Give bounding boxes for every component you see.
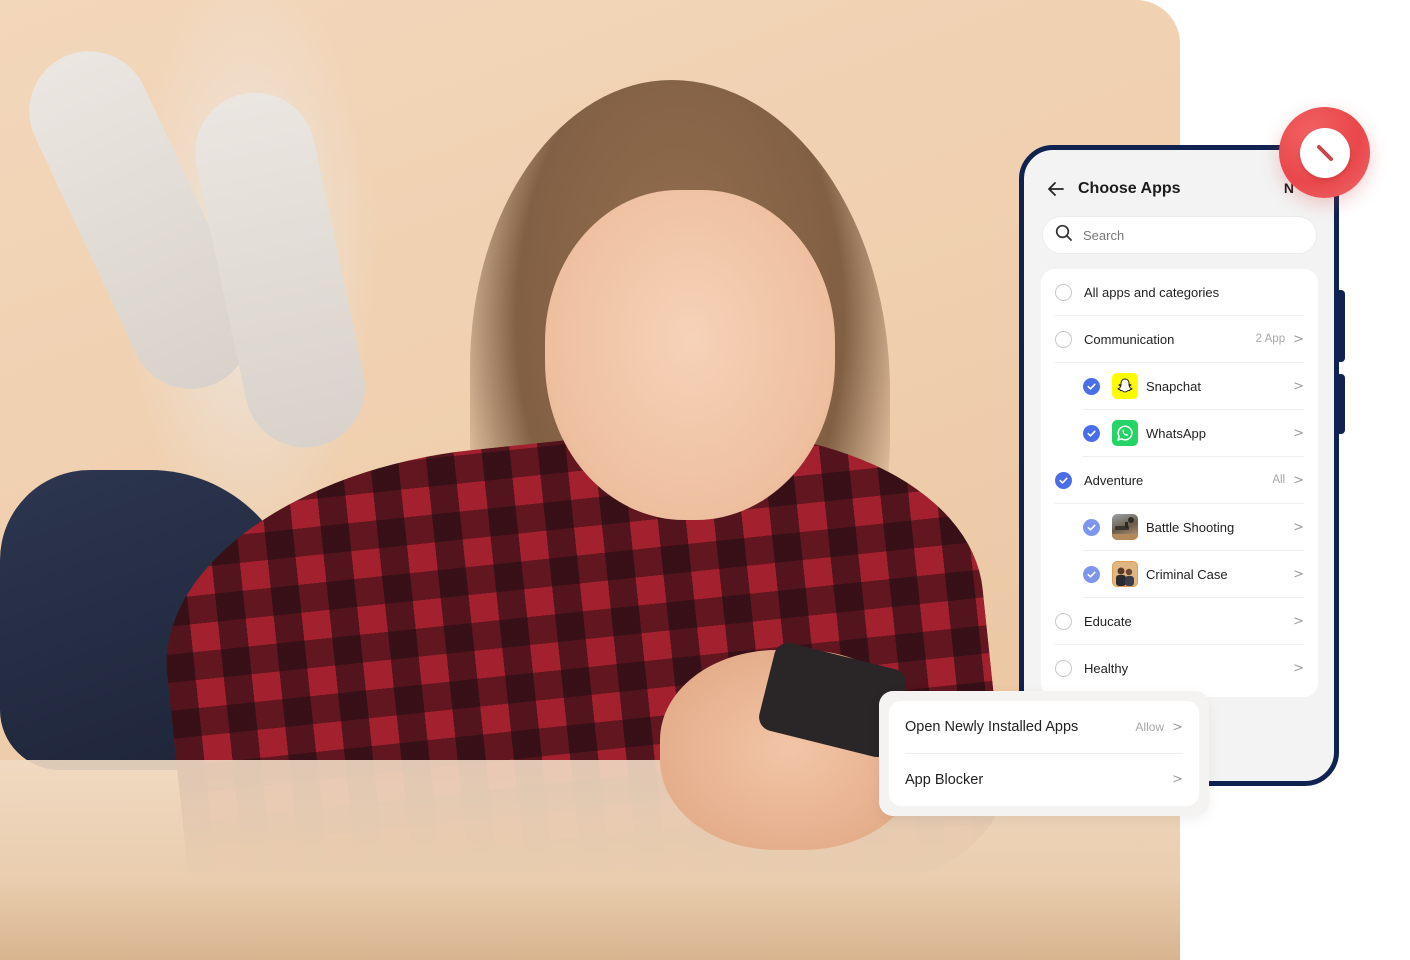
row-right: > [1293, 598, 1304, 644]
list-item-label: Adventure [1084, 472, 1144, 488]
radio-unchecked[interactable] [1055, 283, 1072, 301]
chevron-right-icon: > [1293, 331, 1304, 347]
whatsapp-icon [1112, 420, 1138, 446]
app-count: 2 App [1255, 333, 1286, 345]
row-right: Allow > [1135, 701, 1183, 753]
app-blocker-row[interactable]: App Blocker > [905, 753, 1183, 805]
check-circle-icon[interactable] [1055, 471, 1072, 489]
list-item-label: Healthy [1084, 661, 1129, 676]
chevron-right-icon: > [1293, 472, 1304, 488]
block-badge [1279, 107, 1370, 198]
chevron-right-icon: > [1293, 378, 1304, 394]
phone-header: Choose Apps N [1044, 174, 1322, 204]
list-item-educate[interactable]: Educate > [1055, 598, 1304, 645]
list-item-label: All apps and categories [1084, 284, 1220, 300]
phone-mockup: Choose Apps N All apps and categories Co… [1019, 145, 1339, 786]
search-bar [1042, 216, 1317, 254]
chevron-right-icon: > [1172, 719, 1183, 735]
list-item-healthy[interactable]: Healthy > [1055, 645, 1304, 692]
open-newly-installed-apps-row[interactable]: Open Newly Installed Apps Allow > [905, 701, 1183, 753]
list-item-snapchat[interactable]: Snapchat > [1083, 363, 1304, 410]
list-item-criminal-case[interactable]: Criminal Case > [1083, 551, 1304, 598]
selection-meta: All [1272, 474, 1286, 486]
check-circle-icon[interactable] [1083, 565, 1100, 583]
check-circle-icon[interactable] [1083, 518, 1100, 536]
setting-label: Open Newly Installed Apps [905, 719, 1079, 735]
block-icon [1299, 127, 1350, 178]
list-item-whatsapp[interactable]: WhatsApp > [1083, 410, 1304, 457]
list-item-battle-shooting[interactable]: Battle Shooting > [1083, 504, 1304, 551]
search-input[interactable] [1083, 227, 1283, 243]
row-right: > [1293, 504, 1304, 550]
chevron-right-icon: > [1293, 519, 1304, 535]
row-right: > [1293, 645, 1304, 692]
check-circle-icon[interactable] [1083, 377, 1100, 395]
arrow-left-icon[interactable] [1044, 177, 1068, 201]
list-item-label: Communication [1084, 331, 1175, 347]
chevron-right-icon: > [1293, 661, 1304, 676]
radio-unchecked[interactable] [1055, 660, 1072, 677]
radio-unchecked[interactable] [1055, 330, 1072, 348]
list-item-label: WhatsApp [1146, 425, 1206, 441]
criminal-case-icon [1112, 561, 1138, 587]
list-item-label: Battle Shooting [1146, 519, 1235, 535]
row-right: > [1293, 410, 1304, 456]
list-item-adventure[interactable]: Adventure All > [1055, 457, 1304, 504]
chevron-right-icon: > [1293, 425, 1304, 441]
chevron-right-icon: > [1172, 772, 1183, 787]
setting-label: App Blocker [905, 771, 984, 788]
chevron-right-icon: > [1293, 566, 1304, 582]
row-right: > [1172, 754, 1183, 805]
list-item-label: Educate [1084, 613, 1132, 629]
settings-card-inner: Open Newly Installed Apps Allow > App Bl… [889, 701, 1199, 806]
list-item-label: Criminal Case [1146, 566, 1228, 582]
search-icon [1055, 224, 1073, 246]
list-item-communication[interactable]: Communication 2 App > [1055, 316, 1304, 363]
photo-face [545, 190, 835, 520]
chevron-right-icon: > [1293, 613, 1304, 629]
row-right: > [1293, 551, 1304, 597]
radio-unchecked[interactable] [1055, 612, 1072, 630]
page-title: Choose Apps [1078, 180, 1181, 197]
row-right: 2 App > [1256, 316, 1304, 362]
settings-card: Open Newly Installed Apps Allow > App Bl… [879, 691, 1209, 816]
row-right: All > [1272, 457, 1304, 503]
snapchat-icon [1112, 373, 1138, 399]
setting-value: Allow [1135, 720, 1165, 734]
battle-shooting-icon [1112, 514, 1138, 540]
list-item-all-apps[interactable]: All apps and categories [1055, 269, 1304, 316]
check-circle-icon[interactable] [1083, 424, 1100, 442]
row-right: > [1293, 363, 1304, 409]
app-category-list: All apps and categories Communication 2 … [1041, 269, 1318, 697]
list-item-label: Snapchat [1146, 378, 1201, 394]
hero-photo [0, 0, 1180, 960]
